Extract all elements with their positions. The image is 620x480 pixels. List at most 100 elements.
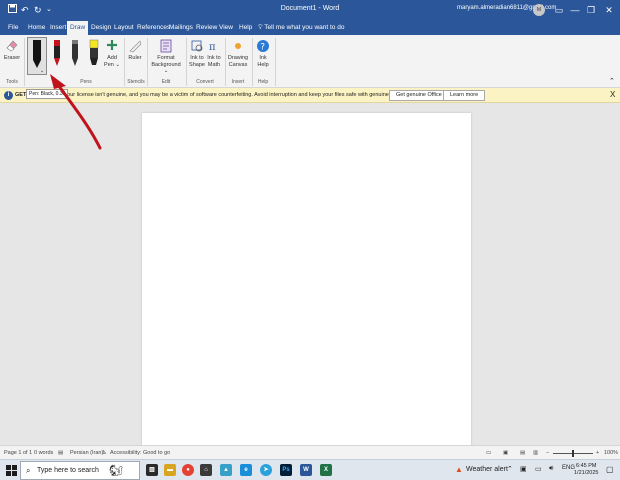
task-view-icon[interactable]: ▥ [146,464,158,476]
learn-more-button[interactable]: Learn more [443,90,486,101]
web-layout-icon[interactable]: ▥ [533,450,538,456]
search-highlight-icon: 🐿︎ [109,465,123,477]
group-separator [24,38,25,86]
restore-button[interactable]: ❐ [584,3,598,17]
weather-alert[interactable]: Weather alert [466,466,508,473]
tab-home[interactable]: Home [25,23,48,33]
highlighter-icon [89,39,99,65]
license-warning-bar: i GET Your license isn't genuine, and yo… [0,88,620,103]
tab-insert[interactable]: Insert [47,23,69,33]
ink-help-label: Ink Help [257,55,269,68]
draw-ribbon: Eraser Tools ⌄ Add Pen ⌄ Pens Ruler Sten… [0,35,620,88]
tell-me-label: Tell me what you want to do [264,24,345,31]
windows-taskbar: ⌕ Type here to search 🐿︎ ▥ ▬ ● ⌂ ▲ e ➤ P… [0,459,620,480]
tab-file[interactable]: File [5,23,21,33]
format-background-button[interactable]: Format Background ⌄ [149,39,183,75]
pen-black-selected[interactable]: ⌄ [27,37,47,75]
eraser-button[interactable]: Eraser [3,39,21,62]
print-layout-icon[interactable]: ▤ [520,450,525,456]
store-icon[interactable]: ⌂ [200,464,212,476]
telegram-icon[interactable]: ➤ [260,464,272,476]
group-separator [252,38,253,86]
document-page[interactable] [142,113,471,453]
search-icon: ⌕ [26,466,31,475]
focus-mode-icon[interactable]: ▭ [486,450,491,456]
tab-help[interactable]: Help [236,23,255,33]
pen-gray[interactable] [68,38,82,70]
ink-to-shape-label: Ink to Shape [189,55,205,68]
title-bar: ↶ ↻ ⌄ Document1 - Word maryam.almeradian… [0,0,620,20]
taskbar-search[interactable]: ⌕ Type here to search 🐿︎ [20,461,140,480]
language-indicator[interactable]: Persian (Iran) [70,450,103,456]
zoom-slider-thumb[interactable] [572,450,574,457]
document-canvas [0,103,620,453]
clock-time: 6:45 PM [575,463,597,469]
highlighter-yellow[interactable] [87,38,101,70]
read-mode-icon[interactable]: ▣ [503,450,508,456]
group-convert-label: Convert [196,79,214,85]
excel-icon[interactable]: X [320,464,332,476]
close-button[interactable]: ✕ [602,3,616,17]
tab-mailings[interactable]: Mailings [166,23,196,33]
drawing-canvas-icon [235,43,241,49]
chrome-icon[interactable]: ● [182,464,194,476]
group-edit-label: Edit [161,79,171,85]
ribbon-tabs: File Home Insert Draw Design Layout Refe… [0,20,620,35]
tab-draw[interactable]: Draw [67,21,89,35]
accessibility-icon: ♿︎ [102,450,107,456]
svg-text:⌄: ⌄ [40,68,44,74]
search-placeholder: Type here to search [37,467,99,474]
format-background-icon [160,39,172,53]
pen-red[interactable] [50,38,64,70]
volume-icon[interactable]: 🔊︎ [549,465,553,473]
group-insert-label: Insert [231,79,245,85]
group-help-label: Help [257,79,269,85]
ribbon-display-icon[interactable]: ▭ [552,3,566,17]
warning-heading: GET [15,92,27,98]
word-icon[interactable]: W [300,464,312,476]
get-genuine-office-button[interactable]: Get genuine Office [389,90,449,101]
proofing-icon[interactable]: ▤ [58,450,63,456]
close-warning-button[interactable]: X [610,90,615,100]
tell-me-search[interactable]: 💡︎ Tell me what you want to do [258,23,344,33]
page-count[interactable]: Page 1 of 1 [4,450,32,456]
pen-tooltip: Pen: Black, 0.35 [26,89,69,99]
photos-icon[interactable]: ▲ [220,464,232,476]
weather-alert-icon: ▲ [455,465,463,474]
ink-to-math-button[interactable]: π Ink to Math [206,39,222,68]
accessibility-status[interactable]: Accessibility: Good to go [110,450,170,456]
collapse-ribbon-icon[interactable]: ⌃ [609,77,615,85]
show-hidden-icons[interactable]: ⌃ [507,465,513,473]
drawing-canvas-button[interactable]: Drawing Canvas [227,39,249,68]
windows-start-icon[interactable] [6,465,17,476]
notifications-icon[interactable]: ▢ [606,465,614,474]
ink-help-button[interactable]: ? Ink Help [254,39,272,68]
black-pen-icon: ⌄ [33,40,44,74]
eraser-label: Eraser [3,55,21,61]
notification-app-icon[interactable]: ▣ [520,465,527,473]
file-explorer-icon[interactable]: ▬ [164,464,176,476]
add-pen-button[interactable]: Add Pen ⌄ [104,39,120,68]
zoom-level[interactable]: 100% [604,450,618,456]
word-count[interactable]: 0 words [34,450,53,456]
system-clock[interactable]: 6:45 PM 1/21/2025 [574,463,598,477]
tab-view[interactable]: View [216,23,236,33]
zoom-in-button[interactable]: + [596,450,599,456]
group-separator [124,38,125,86]
group-tools-label: Tools [6,79,18,85]
status-bar: Page 1 of 1 0 words ▤ Persian (Iran) ♿︎ … [0,445,620,459]
edge-icon[interactable]: e [240,464,252,476]
minimize-button[interactable]: — [568,3,582,17]
add-pen-icon [107,40,117,50]
group-pens-label: Pens [80,79,92,85]
zoom-out-button[interactable]: − [546,450,549,456]
tab-layout[interactable]: Layout [111,23,137,33]
group-separator [225,38,226,86]
ink-to-math-label: Ink to Math [207,55,221,68]
avatar[interactable]: M [533,4,545,16]
ruler-button[interactable]: Ruler [127,39,143,62]
ink-to-shape-button[interactable]: Ink to Shape [188,39,206,68]
ink-to-math-icon: π [209,42,216,53]
network-icon[interactable]: ▭ [535,465,542,473]
photoshop-icon[interactable]: Ps [280,464,292,476]
